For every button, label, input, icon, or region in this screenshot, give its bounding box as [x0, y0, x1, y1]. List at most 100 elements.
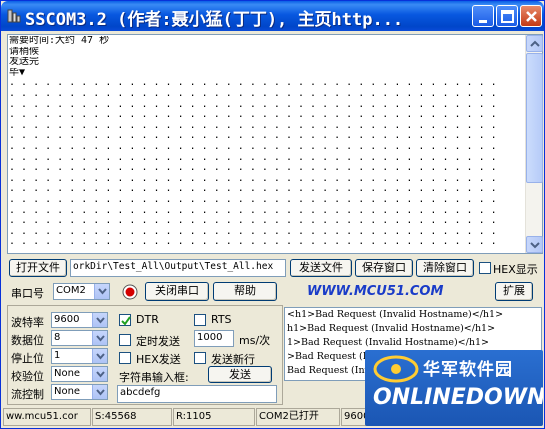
- receive-line: . . . . . . . . . . . . . . . . . . . . …: [9, 216, 497, 227]
- chevron-down-icon: [96, 335, 105, 342]
- receive-line: . . . . . . . . . . . . . . . . . . . . …: [9, 163, 497, 174]
- watermark-badge: 华军软件园 ONLINEDOWN.net: [365, 350, 543, 426]
- databits-dropdown-arrow[interactable]: [92, 331, 107, 345]
- minimize-icon: [479, 20, 487, 23]
- status-received: R:1105: [173, 408, 255, 426]
- baud-select[interactable]: 9600: [51, 312, 108, 328]
- chevron-down-icon: [98, 288, 107, 295]
- open-file-button[interactable]: 打开文件: [9, 259, 67, 277]
- receive-line: . . . . . . . . . . . . . . . . . . . . …: [9, 173, 497, 184]
- minimize-button[interactable]: [472, 5, 494, 27]
- receive-line: . . . . . . . . . . . . . . . . . . . . …: [9, 226, 497, 237]
- stopbits-dropdown-arrow[interactable]: [92, 349, 107, 363]
- baud-dropdown-arrow[interactable]: [92, 313, 107, 327]
- send-newline-checkbox[interactable]: [194, 352, 206, 364]
- save-window-button[interactable]: 保存窗口: [355, 259, 413, 277]
- scroll-thumb[interactable]: [526, 53, 543, 183]
- flow-select[interactable]: None: [51, 384, 108, 400]
- send-newline-label: 发送新行: [211, 353, 255, 366]
- port-dropdown-arrow[interactable]: [94, 284, 109, 299]
- receive-text[interactable]: 需要时间:大约 47 秒请稍候 发送完 毕▼. . . . . . . . . . …: [9, 36, 525, 252]
- sscom-window: SSCOM3.2 (作者:聂小猛(丁丁), 主页http... 需要时间:大约 …: [0, 0, 545, 429]
- title-bar[interactable]: SSCOM3.2 (作者:聂小猛(丁丁), 主页http...: [1, 1, 544, 31]
- receive-line: . . . . . . . . . . . . . . . . . . . . …: [9, 131, 497, 142]
- port-status-indicator-icon: [122, 284, 138, 300]
- parity-select[interactable]: None: [51, 366, 108, 382]
- receive-area[interactable]: 需要时间:大约 47 秒请稍候 发送完 毕▼. . . . . . . . . . …: [7, 34, 543, 254]
- port-value: COM2: [56, 285, 86, 296]
- rts-label: RTS: [211, 313, 232, 326]
- hex-send-checkbox[interactable]: [119, 352, 131, 364]
- flow-label: 流控制: [11, 388, 44, 401]
- receive-line: . . . . . . . . . . . . . . . . . . . . …: [9, 237, 497, 248]
- chevron-down-icon: [96, 317, 105, 324]
- receive-line: 毕▼: [9, 67, 26, 78]
- port-select[interactable]: COM2: [53, 283, 110, 300]
- receive-line: 请稍候: [9, 46, 39, 57]
- status-port: COM2已打开: [256, 408, 340, 426]
- scroll-down-button[interactable]: [526, 236, 543, 253]
- log-line: h1>Bad Request (Invalid Hostname)</h1>: [287, 323, 496, 334]
- timed-send-checkbox[interactable]: [119, 334, 131, 346]
- receive-line: . . . . . . . . . . . . . . . . . . . . …: [9, 78, 497, 89]
- close-icon: [526, 11, 537, 22]
- flow-value: None: [54, 386, 81, 397]
- stopbits-label: 停止位: [11, 352, 44, 365]
- receive-line: . . . . . . . . . . . . . . . . . . . . …: [9, 120, 497, 131]
- receive-line: . . . . . . . . . . . . . . . . . . . . …: [9, 152, 497, 163]
- parity-label: 校验位: [11, 370, 44, 383]
- hex-display-checkbox[interactable]: [479, 262, 491, 274]
- receive-line: 发送完: [9, 57, 39, 68]
- close-button[interactable]: [520, 5, 542, 27]
- site-logo[interactable]: WWW.MCU51.COM: [307, 284, 443, 299]
- send-button[interactable]: 发送: [208, 366, 272, 383]
- chevron-up-icon: [530, 40, 540, 47]
- receive-line: . . . . . . . . . . . . . . . . . . . . …: [9, 88, 497, 99]
- baud-label: 波特率: [11, 316, 44, 329]
- receive-line: . . . . . . . . . . . . . . . . . . . . …: [9, 99, 497, 110]
- string-input[interactable]: abcdefg: [117, 385, 277, 403]
- hex-display-label: HEX显示: [493, 263, 538, 276]
- file-path-field[interactable]: orkDir\Test_All\Output\Test_All.hex: [70, 259, 286, 277]
- parity-value: None: [54, 368, 81, 379]
- vertical-scrollbar[interactable]: [525, 35, 543, 253]
- watermark-logo-icon: [373, 355, 419, 383]
- maximize-button[interactable]: [496, 5, 518, 27]
- dtr-label: DTR: [136, 313, 159, 326]
- flow-dropdown-arrow[interactable]: [92, 385, 107, 399]
- interval-unit: ms/次: [239, 334, 271, 347]
- watermark-cn-text: 华军软件园: [423, 360, 513, 380]
- rts-checkbox[interactable]: [194, 314, 206, 326]
- chevron-down-icon: [96, 389, 105, 396]
- clear-window-button[interactable]: 清除窗口: [416, 259, 474, 277]
- receive-line: . . . . . . . . . . . . . . . . . . . . …: [9, 248, 525, 252]
- databits-label: 数据位: [11, 334, 44, 347]
- interval-input[interactable]: 1000: [194, 330, 234, 347]
- status-sent: S:45568: [92, 408, 172, 426]
- receive-line: . . . . . . . . . . . . . . . . . . . . …: [9, 194, 497, 205]
- parity-dropdown-arrow[interactable]: [92, 367, 107, 381]
- receive-line: . . . . . . . . . . . . . . . . . . . . …: [9, 205, 497, 216]
- databits-select[interactable]: 8: [51, 330, 108, 346]
- chevron-down-icon: [96, 371, 105, 378]
- help-button[interactable]: 帮助: [213, 282, 277, 301]
- receive-line: . . . . . . . . . . . . . . . . . . . . …: [9, 184, 497, 195]
- timed-send-label: 定时发送: [136, 335, 180, 348]
- close-port-button[interactable]: 关闭串口: [145, 282, 209, 301]
- log-line: 1>Bad Request (Invalid Hostname)</h1>: [287, 337, 489, 348]
- dtr-checkbox[interactable]: [119, 314, 131, 326]
- watermark-en-text: ONLINEDOWN.net: [373, 385, 543, 410]
- expand-button[interactable]: 扩展: [495, 282, 533, 301]
- stopbits-value: 1: [54, 350, 61, 361]
- send-file-button[interactable]: 发送文件: [290, 259, 352, 277]
- chevron-down-icon: [96, 353, 105, 360]
- stopbits-select[interactable]: 1: [51, 348, 108, 364]
- checkmark-icon: [121, 316, 131, 326]
- port-label: 串口号: [11, 287, 44, 300]
- log-line: <h1>Bad Request (Invalid Hostname)</h1>: [287, 309, 504, 320]
- window-title: SSCOM3.2 (作者:聂小猛(丁丁), 主页http...: [25, 10, 404, 30]
- scroll-up-button[interactable]: [526, 35, 543, 52]
- hex-send-label: HEX发送: [136, 353, 181, 366]
- maximize-icon: [501, 10, 514, 23]
- receive-line: 需要时间:大约 47 秒: [9, 36, 110, 46]
